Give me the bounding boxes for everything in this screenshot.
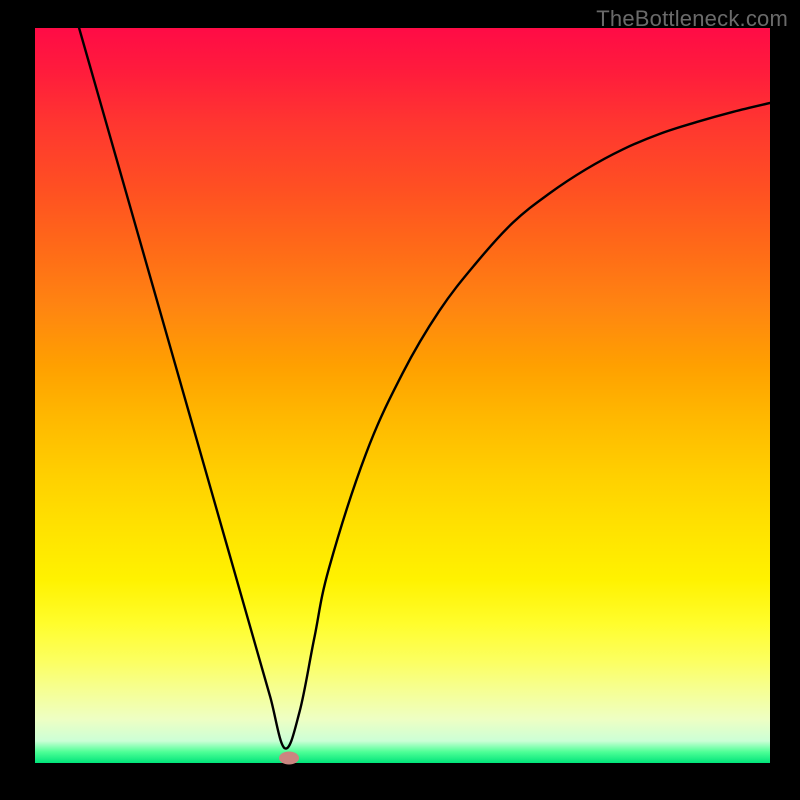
bottleneck-curve (79, 28, 770, 749)
chart-frame: TheBottleneck.com (0, 0, 800, 800)
plot-area (35, 28, 770, 763)
curve-svg (35, 28, 770, 763)
minimum-marker (279, 751, 299, 764)
